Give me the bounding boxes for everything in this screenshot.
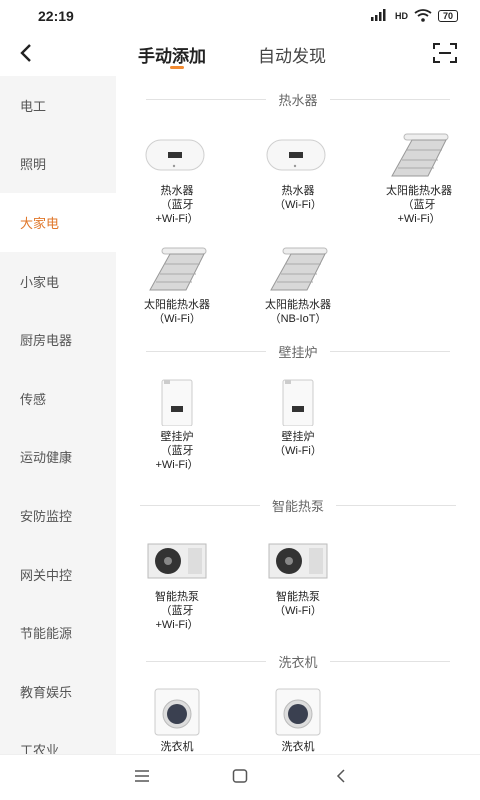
device-wall-boiler-bt-wifi[interactable]: 壁挂炉 （蓝牙 +Wi-Fi） — [122, 378, 232, 472]
back-arrow-icon[interactable] — [14, 40, 42, 68]
wall-boiler-icon — [263, 378, 333, 427]
device-name: 太阳能热水器 — [265, 299, 331, 311]
sidebar-item-kitchen[interactable]: 厨房电器 — [0, 310, 116, 369]
device-name-line3: +Wi-Fi） — [155, 213, 199, 225]
device-washing-machine-1[interactable]: 洗衣机 — [122, 688, 232, 754]
device-name-line2: （蓝牙 — [160, 199, 194, 211]
device-name-line2: （Wi-Fi） — [274, 445, 322, 457]
tab-indicator — [170, 66, 184, 69]
header: 手动添加 自动发现 — [0, 32, 480, 76]
sidebar-item-security[interactable]: 安防监控 — [0, 486, 116, 545]
device-name-line2: （蓝牙 — [160, 605, 194, 617]
section-title-heat-pump: 智能热泵 — [116, 496, 480, 515]
section-title-text: 壁挂炉 — [278, 345, 318, 360]
heat-pump-icon — [263, 538, 333, 586]
battery-icon: 70 — [437, 10, 458, 22]
device-name-line3: +Wi-Fi） — [155, 619, 199, 631]
sidebar-item-sensors[interactable]: 传感 — [0, 369, 116, 428]
back-icon[interactable] — [330, 767, 354, 789]
water-heater-icon — [142, 132, 212, 180]
device-name: 智能热泵 — [155, 591, 199, 603]
device-name-line3: +Wi-Fi） — [155, 459, 199, 471]
washing-machine-icon — [142, 688, 212, 736]
signal-icon — [370, 9, 389, 23]
system-nav-bar — [0, 754, 480, 800]
sidebar-item-electrician[interactable]: 电工 — [0, 76, 116, 135]
device-name-line2: （NB-IoT） — [269, 313, 327, 325]
water-heater-icon — [263, 132, 333, 180]
device-name: 洗衣机 — [281, 741, 315, 753]
device-wall-boiler-wifi[interactable]: 壁挂炉 （Wi-Fi） — [243, 378, 353, 458]
solar-heater-icon — [142, 246, 212, 294]
heat-pump-icon — [142, 538, 212, 586]
device-name-line2: （Wi-Fi） — [153, 313, 201, 325]
device-water-heater-bt-wifi[interactable]: 热水器 （蓝牙 +Wi-Fi） — [122, 132, 232, 226]
network-type-label: HD — [394, 11, 408, 21]
tab-manual-add[interactable]: 手动添加 — [138, 42, 206, 67]
menu-icon[interactable] — [130, 767, 154, 789]
solar-heater-icon — [263, 246, 333, 294]
sidebar-item-gateway[interactable]: 网关中控 — [0, 545, 116, 604]
device-solar-heater-wifi[interactable]: 太阳能热水器 （Wi-Fi） — [122, 246, 232, 326]
device-name-line2: （蓝牙 — [160, 445, 194, 457]
washing-machine-icon — [263, 688, 333, 736]
section-title-text: 热水器 — [278, 93, 318, 108]
device-name: 壁挂炉 — [160, 431, 194, 443]
device-name: 智能热泵 — [276, 591, 320, 603]
sidebar-item-energy[interactable]: 节能能源 — [0, 603, 116, 662]
device-solar-heater-nbiot[interactable]: 太阳能热水器 （NB-IoT） — [243, 246, 353, 326]
device-name: 热水器 — [160, 185, 194, 197]
section-title-water-heater: 热水器 — [116, 90, 480, 109]
device-name: 热水器 — [281, 185, 315, 197]
device-name-line2: （Wi-Fi） — [274, 605, 322, 617]
status-bar: 22:19 HD 70 — [0, 0, 480, 32]
scan-icon[interactable] — [433, 42, 457, 64]
tab-auto-discover[interactable]: 自动发现 — [258, 42, 326, 67]
sidebar-item-small-appliances[interactable]: 小家电 — [0, 252, 116, 311]
sidebar-item-lighting[interactable]: 照明 — [0, 135, 116, 194]
device-solar-heater-bt-wifi[interactable]: 太阳能热水器 （蓝牙 +Wi-Fi） — [364, 132, 474, 226]
section-title-text: 智能热泵 — [271, 499, 324, 514]
device-washing-machine-2[interactable]: 洗衣机 — [243, 688, 353, 754]
device-list: 热水器 热水器 （蓝牙 +Wi-Fi） 热水器 （Wi-Fi） 太阳能热水器 （… — [116, 76, 480, 754]
sidebar-item-large-appliances[interactable]: 大家电 — [0, 193, 116, 252]
sidebar-item-education[interactable]: 教育娱乐 — [0, 662, 116, 721]
wall-boiler-icon — [142, 378, 212, 427]
device-name-line2: （Wi-Fi） — [274, 199, 322, 211]
device-name: 太阳能热水器 — [386, 185, 452, 197]
section-title-text: 洗衣机 — [278, 655, 318, 670]
status-time: 22:19 — [38, 8, 74, 24]
device-name-line3: +Wi-Fi） — [397, 213, 441, 225]
section-title-wall-boiler: 壁挂炉 — [116, 342, 480, 361]
device-name-line2: （蓝牙 — [402, 199, 436, 211]
category-sidebar: 电工 照明 大家电 小家电 厨房电器 传感 运动健康 安防监控 网关中控 节能能… — [0, 76, 116, 754]
device-heat-pump-wifi[interactable]: 智能热泵 （Wi-Fi） — [243, 538, 353, 618]
status-icons: HD 70 — [370, 8, 458, 24]
device-name: 太阳能热水器 — [144, 299, 210, 311]
device-name: 洗衣机 — [160, 741, 194, 753]
sidebar-item-sports-health[interactable]: 运动健康 — [0, 428, 116, 487]
sidebar-item-industry[interactable]: 工农业 — [0, 721, 116, 754]
section-title-washing-machine: 洗衣机 — [116, 652, 480, 671]
solar-heater-icon — [384, 132, 454, 180]
wifi-icon — [414, 8, 432, 24]
device-name: 壁挂炉 — [281, 431, 315, 443]
device-water-heater-wifi[interactable]: 热水器 （Wi-Fi） — [243, 132, 353, 212]
home-icon[interactable] — [228, 767, 252, 789]
device-heat-pump-bt-wifi[interactable]: 智能热泵 （蓝牙 +Wi-Fi） — [122, 538, 232, 632]
